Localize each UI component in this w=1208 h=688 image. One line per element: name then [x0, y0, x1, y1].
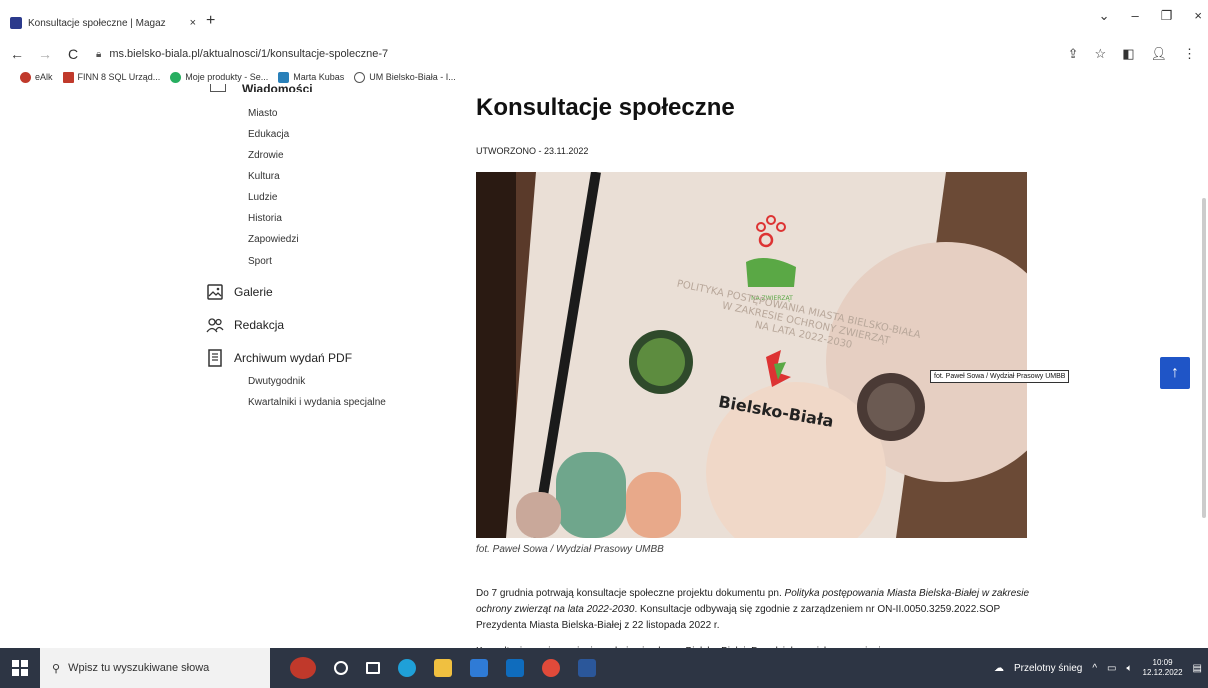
back-arrow-icon[interactable]: ← [6, 46, 28, 62]
sidebar-item-label: Archiwum wydań PDF [234, 351, 353, 365]
volume-icon[interactable]: 🔈︎ [1127, 663, 1133, 674]
pdf-archive-icon [208, 349, 222, 367]
sidebar-item-dwutygodnik[interactable]: Dwutygodnik [248, 376, 305, 387]
sidebar-item-edukacja[interactable]: Edukacja [248, 129, 289, 140]
tray-chevron-icon[interactable]: ^ [1092, 663, 1097, 674]
window-controls: ⌄ – ❐ × [1099, 8, 1202, 24]
notifications-icon[interactable]: ▤ [1193, 663, 1202, 674]
taskbar-search-placeholder: Wpisz tu wyszukiwane słowa [68, 662, 210, 674]
sidebar-item-sport[interactable]: Sport [248, 256, 272, 267]
sidebar-item-ludzie[interactable]: Ludzie [248, 192, 277, 203]
photo-illustration: NA ZWIERZĄT POLITYKA POSTĘPOWANIA MIASTA… [476, 172, 1027, 538]
bookmark-label: Moje produkty - Se... [185, 72, 269, 82]
system-tray: ☁ Przelotny śnieg ^ ▭ 🔈︎ 10:09 12.12.202… [994, 648, 1202, 688]
cortana-icon[interactable] [334, 661, 348, 675]
address-bar: ← → C 🔒︎ ms.bielsko-biala.pl/aktualnosci… [0, 42, 1208, 66]
clock-time: 10:09 [1152, 658, 1173, 667]
scrollbar-thumb[interactable] [1202, 198, 1206, 518]
maximize-button[interactable]: ❐ [1161, 8, 1173, 24]
sidebar-item-kwartalniki[interactable]: Kwartalniki i wydania specjalne [248, 397, 386, 408]
windows-taskbar: ⚲ Wpisz tu wyszukiwane słowa ☁ Przelotny… [0, 648, 1208, 688]
network-icon[interactable]: ▭ [1107, 663, 1116, 674]
article-paragraph: Do 7 grudnia potrwają konsultacje społec… [476, 586, 1036, 634]
news-icon [210, 84, 226, 92]
side-panel-icon[interactable]: ◧ [1122, 46, 1134, 62]
sidebar-item-galerie[interactable]: Galerie [206, 283, 273, 301]
weather-text[interactable]: Przelotny śnieg [1014, 663, 1082, 674]
tab-close-button[interactable]: × [186, 17, 200, 29]
page-scrollbar[interactable] [1200, 88, 1208, 648]
share-icon[interactable]: ⇪ [1068, 46, 1079, 62]
poinsettia-icon[interactable] [290, 657, 316, 679]
store-icon[interactable] [470, 659, 488, 677]
bookmark-item[interactable]: UM Bielsko-Biała - I... [354, 71, 456, 83]
photo-caption: fot. Paweł Sowa / Wydział Prasowy UMBB [476, 544, 664, 555]
start-button[interactable] [0, 648, 40, 688]
new-tab-button[interactable]: + [206, 12, 215, 30]
search-icon: ⚲ [52, 662, 61, 675]
bookmark-favicon-icon [20, 71, 31, 83]
windows-logo-icon [12, 660, 28, 676]
chrome-icon[interactable] [542, 659, 560, 677]
bookmark-star-icon[interactable]: ☆ [1095, 46, 1107, 62]
bookmark-favicon-icon [170, 71, 182, 83]
tab-search-button[interactable]: ⌄ [1099, 8, 1110, 24]
sidebar-item-kultura[interactable]: Kultura [248, 171, 280, 182]
page-title: Konsultacje społeczne [476, 94, 735, 121]
created-date: UTWORZONO - 23.11.2022 [476, 146, 589, 156]
browser-tab-bar: Konsultacje społeczne | Magaz × + ⌄ – ❐ … [0, 0, 1208, 40]
sidebar-item-label: Galerie [234, 285, 273, 299]
file-explorer-icon[interactable] [434, 659, 452, 677]
team-icon [206, 318, 224, 333]
lock-icon[interactable]: 🔒︎ [96, 49, 101, 60]
reload-icon[interactable]: C [62, 46, 84, 62]
taskbar-apps [290, 657, 596, 679]
edge-icon[interactable] [398, 659, 416, 677]
sidebar-item-label: Redakcja [234, 318, 285, 332]
forward-arrow-icon[interactable]: → [34, 46, 56, 62]
minimize-button[interactable]: – [1132, 8, 1139, 24]
bookmark-item[interactable]: eAlk [20, 71, 53, 83]
bookmark-favicon-icon [278, 71, 290, 83]
bookmark-item[interactable]: Marta Kubas [278, 71, 345, 83]
bookmark-label: Marta Kubas [293, 72, 345, 82]
bookmark-favicon-icon [62, 71, 74, 83]
close-window-button[interactable]: × [1194, 8, 1202, 24]
bookmark-label: eAlk [35, 72, 53, 82]
site-favicon-icon [10, 17, 22, 29]
sidebar-item-redakcja[interactable]: Redakcja [206, 316, 284, 334]
weather-cloud-icon[interactable]: ☁ [994, 663, 1004, 674]
outlook-icon[interactable] [506, 659, 524, 677]
menu-kebab-icon[interactable]: ⋮ [1183, 46, 1196, 62]
sidebar-item-zdrowie[interactable]: Zdrowie [248, 150, 284, 161]
browser-tab[interactable]: Konsultacje społeczne | Magaz × [10, 12, 200, 34]
bookmark-item[interactable]: Moje produkty - Se... [170, 71, 269, 83]
bookmark-label: FINN 8 SQL Urząd... [77, 72, 161, 82]
photo-tooltip: fot. Paweł Sowa / Wydział Prasowy UMBB [930, 370, 1070, 383]
gallery-icon [207, 284, 223, 300]
bookmark-item[interactable]: FINN 8 SQL Urząd... [62, 71, 161, 83]
clock-date: 12.12.2022 [1142, 668, 1183, 677]
taskbar-clock[interactable]: 10:09 12.12.2022 [1143, 658, 1183, 678]
address-bar-actions: ⇪ ☆ ◧ 👤︎ ⋮ [1068, 46, 1196, 62]
scroll-to-top-button[interactable]: ↑ [1160, 357, 1190, 389]
task-view-icon[interactable] [366, 662, 380, 674]
sidebar-item-archiwum[interactable]: Archiwum wydań PDF [206, 349, 352, 367]
globe-icon [354, 71, 366, 83]
sidebar-item-zapowiedzi[interactable]: Zapowiedzi [248, 234, 299, 245]
sidebar-item-historia[interactable]: Historia [248, 213, 282, 224]
word-icon[interactable] [578, 659, 596, 677]
sidebar-item-miasto[interactable]: Miasto [248, 108, 277, 119]
url-field[interactable]: ms.bielsko-biala.pl/aktualnosci/1/konsul… [109, 48, 388, 60]
bookmarks-bar: eAlk FINN 8 SQL Urząd... Moje produkty -… [0, 66, 1208, 88]
paragraph-text: Do 7 grudnia potrwają konsultacje społec… [476, 588, 785, 599]
taskbar-search[interactable]: ⚲ Wpisz tu wyszukiwane słowa [40, 648, 270, 688]
arrow-up-icon: ↑ [1171, 364, 1179, 381]
article-photo[interactable]: NA ZWIERZĄT POLITYKA POSTĘPOWANIA MIASTA… [476, 172, 1027, 538]
sidebar-heading-news[interactable]: Wiadomości [242, 82, 332, 92]
tab-title: Konsultacje społeczne | Magaz [28, 17, 166, 29]
profile-icon[interactable]: 👤︎ [1150, 46, 1167, 62]
bookmark-label: UM Bielsko-Biała - I... [369, 72, 456, 82]
